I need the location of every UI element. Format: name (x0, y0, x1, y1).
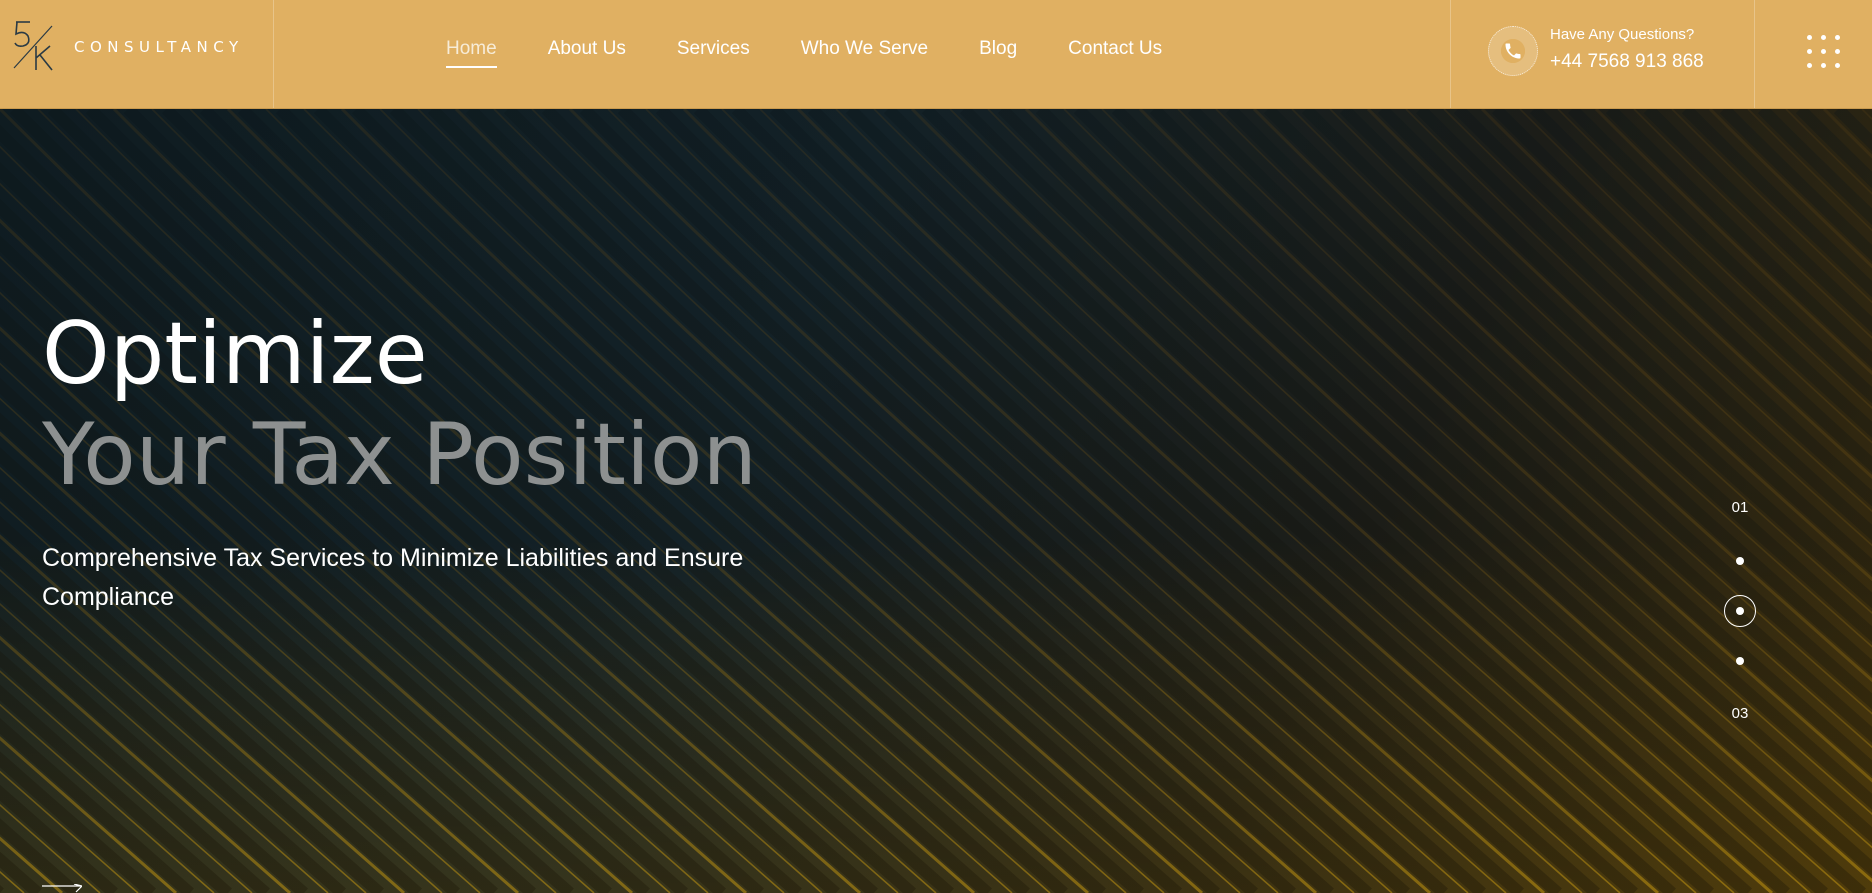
grid-menu-icon[interactable] (1807, 35, 1841, 69)
contact-phone-number[interactable]: +44 7568 913 868 (1550, 51, 1704, 73)
contact-question: Have Any Questions? (1550, 26, 1695, 43)
5k-monogram-icon (13, 21, 53, 71)
nav-item-home[interactable]: Home (446, 38, 497, 68)
slide-dot-2-active[interactable] (1724, 595, 1756, 627)
slide-number-last: 03 (1731, 705, 1749, 722)
logo[interactable]: CONSULTANCY (0, 0, 274, 108)
phone-icon (1505, 43, 1521, 59)
hero-title-line-2: Your Tax Position (42, 405, 758, 505)
nav-item-contact-us[interactable]: Contact Us (1068, 38, 1162, 60)
slide-dot-3[interactable] (1736, 657, 1744, 665)
header-contact: Have Any Questions? +44 7568 913 868 (1450, 0, 1755, 108)
arrow-icon[interactable] (42, 884, 82, 893)
nav-item-blog[interactable]: Blog (979, 38, 1017, 60)
slide-dot-1[interactable] (1736, 557, 1744, 565)
logo-text: CONSULTANCY (74, 38, 244, 56)
nav-item-services[interactable]: Services (677, 38, 750, 60)
nav-item-about-us[interactable]: About Us (548, 38, 626, 60)
hero-title-line-1: Optimize (42, 304, 428, 404)
nav-item-who-we-serve[interactable]: Who We Serve (801, 38, 928, 60)
phone-button[interactable] (1488, 26, 1538, 76)
main-nav: Home About Us Services Who We Serve Blog… (446, 38, 1213, 68)
site-header: CONSULTANCY Home About Us Services Who W… (0, 0, 1872, 109)
hero-subtitle: Comprehensive Tax Services to Minimize L… (42, 544, 744, 611)
slide-number-first: 01 (1731, 499, 1749, 516)
hero-section: Optimize Your Tax Position Comprehensive… (0, 109, 1872, 893)
slide-pagination: 01 03 (1720, 499, 1760, 739)
